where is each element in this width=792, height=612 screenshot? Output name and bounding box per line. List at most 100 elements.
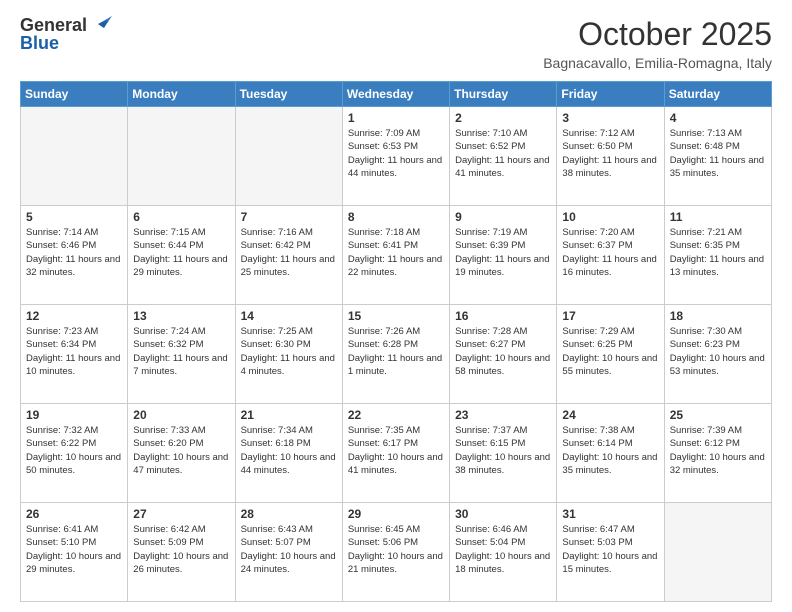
calendar-cell: 7 Sunrise: 7:16 AM Sunset: 6:42 PM Daylig… <box>235 206 342 305</box>
day-info: Sunrise: 6:46 AM Sunset: 5:04 PM Dayligh… <box>455 523 551 576</box>
day-number: 6 <box>133 210 229 224</box>
calendar-cell: 21 Sunrise: 7:34 AM Sunset: 6:18 PM Dayli… <box>235 404 342 503</box>
calendar-cell: 13 Sunrise: 7:24 AM Sunset: 6:32 PM Dayli… <box>128 305 235 404</box>
calendar-cell: 5 Sunrise: 7:14 AM Sunset: 6:46 PM Daylig… <box>21 206 128 305</box>
day-info: Sunrise: 7:23 AM Sunset: 6:34 PM Dayligh… <box>26 325 122 378</box>
logo: General Blue <box>20 16 112 52</box>
calendar-cell: 8 Sunrise: 7:18 AM Sunset: 6:41 PM Daylig… <box>342 206 449 305</box>
calendar-cell: 14Sunrise: 7:25 AM Sunset: 6:30 PM Dayli… <box>235 305 342 404</box>
day-number: 10 <box>562 210 658 224</box>
calendar-cell: 12 Sunrise: 7:23 AM Sunset: 6:34 PM Dayli… <box>21 305 128 404</box>
day-info: Sunrise: 7:33 AM Sunset: 6:20 PM Dayligh… <box>133 424 229 477</box>
location-text: Bagnacavallo, Emilia-Romagna, Italy <box>543 55 772 71</box>
day-number: 9 <box>455 210 551 224</box>
calendar-cell: 26Sunrise: 6:41 AM Sunset: 5:10 PM Dayli… <box>21 503 128 602</box>
calendar-cell: 29 Sunrise: 6:45 AM Sunset: 5:06 PM Dayli… <box>342 503 449 602</box>
day-info: Sunrise: 7:35 AM Sunset: 6:17 PM Dayligh… <box>348 424 444 477</box>
day-info: Sunrise: 7:09 AM Sunset: 6:53 PM Dayligh… <box>348 127 444 180</box>
calendar-cell: 1 Sunrise: 7:09 AM Sunset: 6:53 PM Daylig… <box>342 107 449 206</box>
calendar-cell: 23Sunrise: 7:37 AM Sunset: 6:15 PM Dayli… <box>450 404 557 503</box>
day-number: 5 <box>26 210 122 224</box>
day-number: 21 <box>241 408 337 422</box>
calendar-cell <box>664 503 771 602</box>
calendar-header-sunday: Sunday <box>21 82 128 107</box>
calendar-cell: 4Sunrise: 7:13 AM Sunset: 6:48 PM Daylig… <box>664 107 771 206</box>
day-info: Sunrise: 7:20 AM Sunset: 6:37 PM Dayligh… <box>562 226 658 279</box>
day-number: 30 <box>455 507 551 521</box>
day-info: Sunrise: 7:38 AM Sunset: 6:14 PM Dayligh… <box>562 424 658 477</box>
day-info: Sunrise: 6:47 AM Sunset: 5:03 PM Dayligh… <box>562 523 658 576</box>
day-info: Sunrise: 7:30 AM Sunset: 6:23 PM Dayligh… <box>670 325 766 378</box>
day-number: 24 <box>562 408 658 422</box>
day-info: Sunrise: 7:19 AM Sunset: 6:39 PM Dayligh… <box>455 226 551 279</box>
logo-blue-text: Blue <box>20 34 112 52</box>
day-info: Sunrise: 7:29 AM Sunset: 6:25 PM Dayligh… <box>562 325 658 378</box>
day-number: 18 <box>670 309 766 323</box>
calendar-cell: 15 Sunrise: 7:26 AM Sunset: 6:28 PM Dayli… <box>342 305 449 404</box>
day-info: Sunrise: 7:32 AM Sunset: 6:22 PM Dayligh… <box>26 424 122 477</box>
day-info: Sunrise: 7:16 AM Sunset: 6:42 PM Dayligh… <box>241 226 337 279</box>
day-number: 8 <box>348 210 444 224</box>
day-number: 28 <box>241 507 337 521</box>
calendar-cell: 2 Sunrise: 7:10 AM Sunset: 6:52 PM Daylig… <box>450 107 557 206</box>
day-info: Sunrise: 7:34 AM Sunset: 6:18 PM Dayligh… <box>241 424 337 477</box>
calendar-cell: 22 Sunrise: 7:35 AM Sunset: 6:17 PM Dayli… <box>342 404 449 503</box>
day-number: 12 <box>26 309 122 323</box>
day-number: 7 <box>241 210 337 224</box>
day-info: Sunrise: 6:41 AM Sunset: 5:10 PM Dayligh… <box>26 523 122 576</box>
calendar-cell: 6 Sunrise: 7:15 AM Sunset: 6:44 PM Daylig… <box>128 206 235 305</box>
day-info: Sunrise: 7:25 AM Sunset: 6:30 PM Dayligh… <box>241 325 337 378</box>
calendar-cell <box>235 107 342 206</box>
day-info: Sunrise: 6:42 AM Sunset: 5:09 PM Dayligh… <box>133 523 229 576</box>
day-number: 19 <box>26 408 122 422</box>
month-title: October 2025 <box>543 16 772 53</box>
day-info: Sunrise: 6:45 AM Sunset: 5:06 PM Dayligh… <box>348 523 444 576</box>
calendar-cell: 18 Sunrise: 7:30 AM Sunset: 6:23 PM Dayli… <box>664 305 771 404</box>
calendar-week-row: 12 Sunrise: 7:23 AM Sunset: 6:34 PM Dayli… <box>21 305 772 404</box>
calendar-header-wednesday: Wednesday <box>342 82 449 107</box>
calendar-table: SundayMondayTuesdayWednesdayThursdayFrid… <box>20 81 772 602</box>
calendar-header-monday: Monday <box>128 82 235 107</box>
logo-general-text: General <box>20 16 87 34</box>
calendar-cell: 9 Sunrise: 7:19 AM Sunset: 6:39 PM Daylig… <box>450 206 557 305</box>
day-info: Sunrise: 7:12 AM Sunset: 6:50 PM Dayligh… <box>562 127 658 180</box>
day-number: 13 <box>133 309 229 323</box>
day-info: Sunrise: 6:43 AM Sunset: 5:07 PM Dayligh… <box>241 523 337 576</box>
day-number: 1 <box>348 111 444 125</box>
calendar-week-row: 5 Sunrise: 7:14 AM Sunset: 6:46 PM Daylig… <box>21 206 772 305</box>
day-info: Sunrise: 7:24 AM Sunset: 6:32 PM Dayligh… <box>133 325 229 378</box>
calendar-cell: 19 Sunrise: 7:32 AM Sunset: 6:22 PM Dayli… <box>21 404 128 503</box>
calendar-cell: 28 Sunrise: 6:43 AM Sunset: 5:07 PM Dayli… <box>235 503 342 602</box>
calendar-week-row: 1 Sunrise: 7:09 AM Sunset: 6:53 PM Daylig… <box>21 107 772 206</box>
day-number: 22 <box>348 408 444 422</box>
calendar-cell: 27Sunrise: 6:42 AM Sunset: 5:09 PM Dayli… <box>128 503 235 602</box>
day-info: Sunrise: 7:14 AM Sunset: 6:46 PM Dayligh… <box>26 226 122 279</box>
calendar-cell: 17Sunrise: 7:29 AM Sunset: 6:25 PM Dayli… <box>557 305 664 404</box>
day-number: 15 <box>348 309 444 323</box>
page: General Blue October 2025 Bagnacavallo, … <box>0 0 792 612</box>
calendar-cell: 3Sunrise: 7:12 AM Sunset: 6:50 PM Daylig… <box>557 107 664 206</box>
calendar-cell: 20 Sunrise: 7:33 AM Sunset: 6:20 PM Dayli… <box>128 404 235 503</box>
calendar-header-saturday: Saturday <box>664 82 771 107</box>
calendar-cell <box>128 107 235 206</box>
calendar-cell: 30 Sunrise: 6:46 AM Sunset: 5:04 PM Dayli… <box>450 503 557 602</box>
calendar-cell: 11Sunrise: 7:21 AM Sunset: 6:35 PM Dayli… <box>664 206 771 305</box>
header: General Blue October 2025 Bagnacavallo, … <box>20 16 772 71</box>
day-number: 2 <box>455 111 551 125</box>
logo-bird-icon <box>90 14 112 34</box>
calendar-cell: 16Sunrise: 7:28 AM Sunset: 6:27 PM Dayli… <box>450 305 557 404</box>
day-info: Sunrise: 7:18 AM Sunset: 6:41 PM Dayligh… <box>348 226 444 279</box>
calendar-cell: 31Sunrise: 6:47 AM Sunset: 5:03 PM Dayli… <box>557 503 664 602</box>
day-info: Sunrise: 7:26 AM Sunset: 6:28 PM Dayligh… <box>348 325 444 378</box>
calendar-week-row: 26Sunrise: 6:41 AM Sunset: 5:10 PM Dayli… <box>21 503 772 602</box>
day-number: 29 <box>348 507 444 521</box>
day-info: Sunrise: 7:39 AM Sunset: 6:12 PM Dayligh… <box>670 424 766 477</box>
day-info: Sunrise: 7:10 AM Sunset: 6:52 PM Dayligh… <box>455 127 551 180</box>
day-number: 20 <box>133 408 229 422</box>
calendar-header-friday: Friday <box>557 82 664 107</box>
day-number: 11 <box>670 210 766 224</box>
day-number: 16 <box>455 309 551 323</box>
calendar-week-row: 19 Sunrise: 7:32 AM Sunset: 6:22 PM Dayli… <box>21 404 772 503</box>
day-info: Sunrise: 7:15 AM Sunset: 6:44 PM Dayligh… <box>133 226 229 279</box>
calendar-cell <box>21 107 128 206</box>
